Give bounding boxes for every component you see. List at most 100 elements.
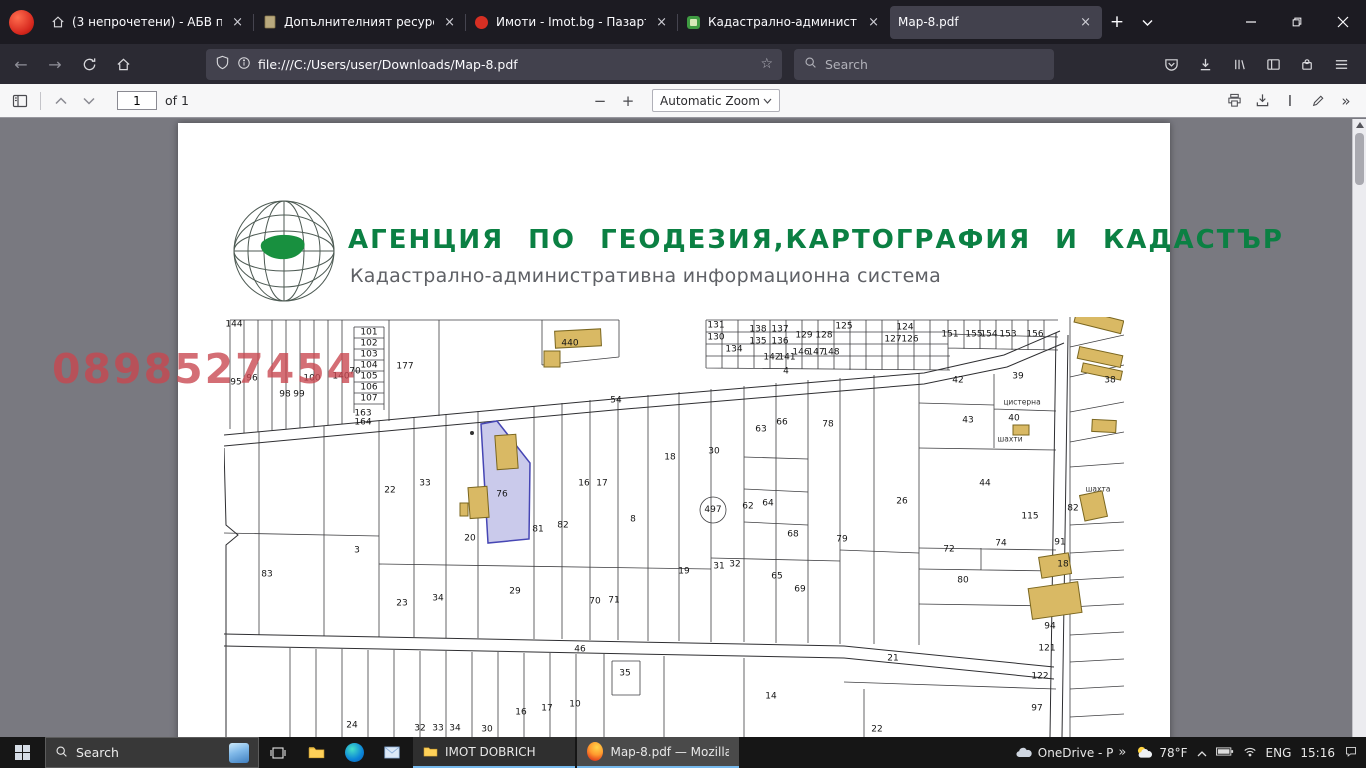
- scrollbar-thumb[interactable]: [1355, 133, 1364, 185]
- menu-icon[interactable]: [1326, 49, 1356, 79]
- parcel-number: 21: [887, 655, 898, 664]
- text-selection-tool-icon[interactable]: I: [1276, 88, 1304, 114]
- windows-taskbar: Search IMOT DOBRICH Map-8.pdf — Mozilla …: [0, 737, 1366, 768]
- scroll-up-icon[interactable]: [1356, 122, 1364, 128]
- onedrive-status[interactable]: OneDrive - P »: [1015, 745, 1127, 760]
- search-highlight-icon[interactable]: [229, 743, 249, 763]
- pocket-icon[interactable]: [1156, 49, 1186, 79]
- language-indicator[interactable]: ENG: [1266, 746, 1292, 760]
- close-window-button[interactable]: [1320, 0, 1366, 44]
- battery-icon[interactable]: [1216, 746, 1234, 760]
- page-info-icon[interactable]: [237, 55, 251, 74]
- downloads-icon[interactable]: [1190, 49, 1220, 79]
- parcel-number: 63: [755, 426, 766, 435]
- more-tools-button[interactable]: »: [1332, 88, 1360, 114]
- parcel-number: 32: [414, 725, 425, 734]
- watermark-phone-number: 0898527454: [52, 345, 357, 393]
- parcel-number: 177: [396, 363, 413, 372]
- parcel-number: 38: [1104, 377, 1115, 386]
- tab-imot-bg[interactable]: Имоти - Imot.bg - Пазарът н ×: [466, 6, 678, 39]
- task-view-button[interactable]: [259, 737, 297, 768]
- url-bar[interactable]: file:///C:/Users/user/Downloads/Map-8.pd…: [206, 49, 782, 80]
- pdf-sidebar-toggle-icon[interactable]: [6, 88, 34, 114]
- notification-center-icon[interactable]: [1344, 745, 1358, 761]
- parcel-number: 4: [783, 368, 789, 377]
- reload-button[interactable]: [74, 49, 104, 79]
- network-icon[interactable]: [1243, 746, 1257, 760]
- tab-resource[interactable]: Допълнителният ресурс по ×: [254, 6, 466, 39]
- minimize-button[interactable]: [1228, 0, 1274, 44]
- parcel-number: 79: [836, 536, 847, 545]
- tab-title: (3 непрочетени) - АБВ поща: [72, 15, 222, 29]
- back-button[interactable]: ←: [6, 49, 36, 79]
- clock[interactable]: 15:16: [1300, 746, 1335, 760]
- hidden-icons-chevron[interactable]: [1197, 746, 1207, 760]
- parcel-number: 76: [496, 491, 507, 500]
- file-explorer-icon[interactable]: [297, 737, 335, 768]
- tab-bar: (3 непрочетени) - АБВ поща × Допълнителн…: [0, 0, 1366, 44]
- parcel-number: 153: [999, 331, 1016, 340]
- close-icon[interactable]: ×: [441, 15, 458, 30]
- parcel-number: 101: [360, 329, 377, 338]
- close-icon[interactable]: ×: [229, 15, 246, 30]
- tab-kais[interactable]: Кадастрално-администрати ×: [678, 6, 890, 39]
- close-icon[interactable]: ×: [865, 15, 882, 30]
- list-tabs-button[interactable]: [1132, 7, 1162, 37]
- parcel-number: 151: [941, 331, 958, 340]
- library-icon[interactable]: [1224, 49, 1254, 79]
- tab-abv-mail[interactable]: (3 непрочетени) - АБВ поща ×: [42, 6, 254, 39]
- zoom-out-button[interactable]: −: [586, 88, 614, 114]
- tab-map-pdf-active[interactable]: Map-8.pdf ×: [890, 6, 1102, 39]
- vertical-scrollbar[interactable]: [1352, 119, 1366, 737]
- url-text[interactable]: file:///C:/Users/user/Downloads/Map-8.pd…: [258, 57, 753, 72]
- taskbar-app-imot-dobrich[interactable]: IMOT DOBRICH: [413, 737, 575, 768]
- extensions-icon[interactable]: [1292, 49, 1322, 79]
- taskbar-search-box[interactable]: Search: [45, 737, 259, 768]
- weather-widget[interactable]: 78°F: [1135, 745, 1187, 760]
- pdf-viewer-toolbar: of 1 − + Automatic Zoom I »: [0, 84, 1366, 118]
- parcel-number: 34: [449, 725, 460, 734]
- home-button[interactable]: [108, 49, 138, 79]
- parcel-number: 43: [962, 417, 973, 426]
- search-bar[interactable]: Search: [794, 49, 1054, 80]
- draw-tool-icon[interactable]: [1304, 88, 1332, 114]
- print-icon[interactable]: [1220, 88, 1248, 114]
- close-icon[interactable]: ×: [1077, 15, 1094, 30]
- windows-logo-icon: [15, 745, 30, 760]
- parcel-number: 137: [771, 326, 788, 335]
- cadastral-map[interactable]: 497 144101102103104105106107959698991001…: [224, 317, 1124, 737]
- bookmark-star-icon[interactable]: ☆: [760, 56, 773, 72]
- page-number-input[interactable]: [117, 91, 157, 110]
- maximize-button[interactable]: [1274, 0, 1320, 44]
- shield-icon[interactable]: [215, 55, 230, 74]
- parcel-number: 154: [980, 331, 997, 340]
- start-button[interactable]: [0, 737, 45, 768]
- tab-title: Допълнителният ресурс по: [284, 15, 434, 29]
- parcel-number: 148: [822, 349, 839, 358]
- zoom-in-button[interactable]: +: [614, 88, 642, 114]
- parcel-number: 121: [1038, 645, 1055, 654]
- document-icon: [262, 15, 277, 30]
- parcel-number: 138: [749, 326, 766, 335]
- tray-more-icon[interactable]: »: [1118, 745, 1126, 760]
- new-tab-button[interactable]: +: [1102, 7, 1132, 37]
- edge-browser-icon[interactable]: [335, 737, 373, 768]
- firefox-logo-icon[interactable]: [9, 10, 34, 35]
- tab-title: Map-8.pdf: [898, 15, 1070, 29]
- mail-app-icon[interactable]: [373, 737, 411, 768]
- parcel-number: 104: [360, 362, 377, 371]
- parcel-number: 94: [1044, 623, 1055, 632]
- forward-button[interactable]: →: [40, 49, 70, 79]
- agency-globe-logo: [228, 195, 340, 307]
- sidebar-icon[interactable]: [1258, 49, 1288, 79]
- parcel-number: 131: [707, 322, 724, 331]
- taskbar-app-map-pdf[interactable]: Map-8.pdf — Mozilla ...: [577, 737, 739, 768]
- system-tray: OneDrive - P » 78°F ENG 15:16: [1015, 737, 1366, 768]
- pdf-content-area: АГЕНЦИЯ ПО ГЕОДЕЗИЯ,КАРТОГРАФИЯ И КАДАСТ…: [0, 119, 1366, 737]
- save-icon[interactable]: [1248, 88, 1276, 114]
- search-icon: [55, 745, 68, 761]
- zoom-select[interactable]: Automatic Zoom: [652, 89, 780, 112]
- next-page-button[interactable]: [75, 88, 103, 114]
- close-icon[interactable]: ×: [653, 15, 670, 30]
- previous-page-button[interactable]: [47, 88, 75, 114]
